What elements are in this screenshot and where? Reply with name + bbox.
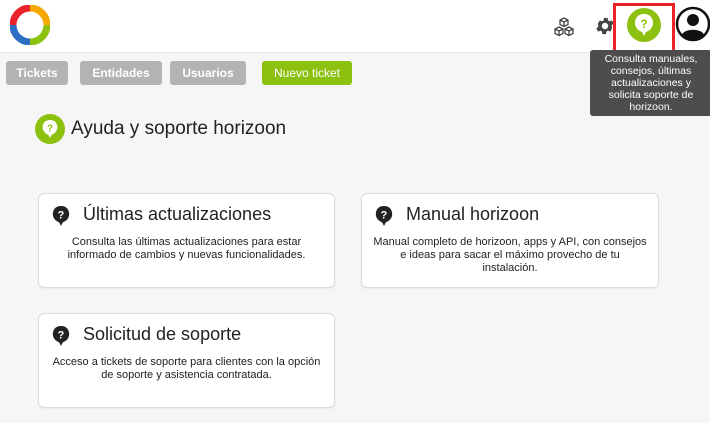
card-manual[interactable]: ? Manual horizoon Manual completo de hor… <box>361 193 659 288</box>
svg-text:?: ? <box>47 123 53 134</box>
gear-icon[interactable] <box>593 14 617 38</box>
svg-text:?: ? <box>58 329 65 341</box>
tab-tickets[interactable]: Tickets <box>6 61 68 85</box>
page-title: Ayuda y soporte horizoon <box>71 118 287 139</box>
tooltip-line: solicita soporte de <box>608 89 694 101</box>
help-badge-icon: ? <box>35 114 65 144</box>
card-title: Últimas actualizaciones <box>83 204 272 224</box>
card-description: Acceso a tickets de soporte para cliente… <box>52 356 321 381</box>
user-avatar-icon[interactable] <box>675 6 710 42</box>
tab-entidades[interactable]: Entidades <box>80 61 162 85</box>
horizoon-logo[interactable] <box>9 4 51 46</box>
tooltip-line: horizoon. <box>629 101 673 113</box>
cubes-icon[interactable] <box>551 14 577 40</box>
tooltip-line: Consulta manuales, <box>604 53 698 65</box>
help-tooltip: Consulta manuales, consejos, últimas act… <box>590 50 710 116</box>
page-heading: ? Ayuda y soporte horizoon <box>35 112 286 146</box>
card-description: Consulta las últimas actualizaciones par… <box>67 236 306 261</box>
question-icon: ? <box>374 205 394 226</box>
svg-text:?: ? <box>640 17 647 31</box>
question-icon: ? <box>51 325 71 346</box>
card-latest-updates[interactable]: ? Últimas actualizaciones Consulta las ú… <box>38 193 335 288</box>
question-icon: ? <box>51 205 71 226</box>
tab-usuarios[interactable]: Usuarios <box>170 61 246 85</box>
top-bar: ? <box>0 0 710 53</box>
card-title: Solicitud de soporte <box>83 324 242 344</box>
help-icon[interactable]: ? <box>627 8 661 42</box>
card-support-request[interactable]: ? Solicitud de soporte Acceso a tickets … <box>38 313 335 408</box>
card-title: Manual horizoon <box>406 204 540 224</box>
card-description: Manual completo de horizoon, apps y API,… <box>373 236 647 274</box>
svg-text:?: ? <box>58 209 65 221</box>
svg-text:?: ? <box>381 209 388 221</box>
new-ticket-button[interactable]: Nuevo ticket <box>262 61 352 85</box>
tooltip-line: consejos, últimas <box>610 65 692 77</box>
tooltip-line: actualizaciones y <box>611 77 691 89</box>
